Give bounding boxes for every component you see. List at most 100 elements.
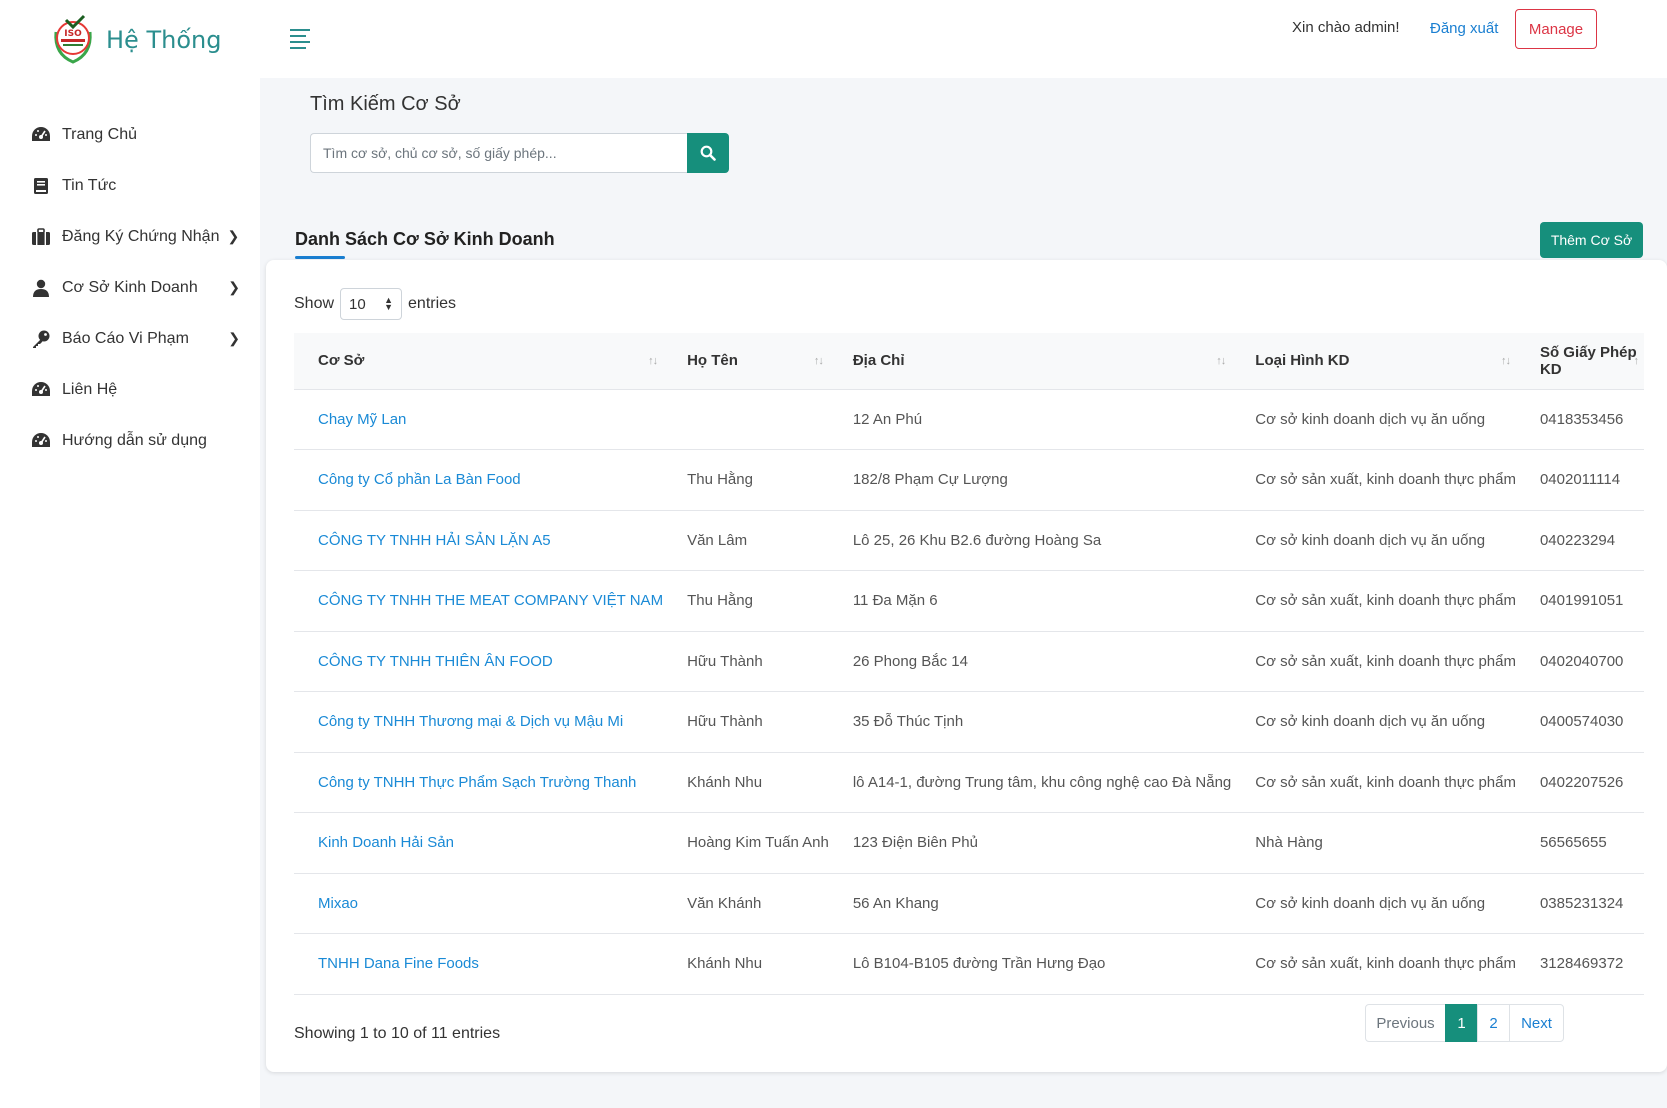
cell-loai-hinh: Cơ sở kinh doanh dịch vụ ăn uống <box>1231 389 1516 450</box>
cell-loai-hinh: Cơ sở sản xuất, kinh doanh thực phẩm <box>1231 631 1516 692</box>
page-1-button[interactable]: 1 <box>1445 1004 1478 1042</box>
cell-so-giay-phep: 0402207526 <box>1515 752 1644 813</box>
cell-loai-hinh: Cơ sở sản xuất, kinh doanh thực phẩm <box>1231 570 1516 632</box>
table-row: CÔNG TY TNHH THE MEAT COMPANY VIỆT NAM Th… <box>294 570 1644 632</box>
cell-dia-chi: 182/8 Phạm Cự Lượng <box>828 449 1232 511</box>
greeting-text: Xin chào admin! <box>1292 19 1400 36</box>
table-card: Show 10 ▲ ▼ entries Cơ Sở ↑↓ Họ Tên ↑↓ Địa … <box>266 260 1667 1072</box>
cell-loai-hinh: Cơ sở sản xuất, kinh doanh thực phẩm <box>1231 449 1516 511</box>
business-link[interactable]: Công ty Cổ phần La Bàn Food <box>318 471 521 488</box>
cell-loai-hinh: Nhà Hàng <box>1231 812 1516 874</box>
sidebar-item-dang-ky-chung-nhan[interactable]: Đăng Ký Chứng Nhận ❯ <box>30 211 240 262</box>
logout-link[interactable]: Đăng xuất <box>1430 20 1498 37</box>
cell-co-so: TNHH Dana Fine Foods <box>294 933 664 995</box>
business-link[interactable]: Mixao <box>318 895 358 912</box>
cell-co-so: Mixao <box>294 873 664 934</box>
cell-so-giay-phep: 3128469372 <box>1515 933 1644 995</box>
table-row: TNHH Dana Fine Foods Khánh Nhu Lô B104-B10… <box>294 933 1644 995</box>
search-button[interactable] <box>687 133 729 173</box>
dashboard-icon <box>30 430 52 452</box>
sort-icon: ↑↓ <box>1500 355 1511 367</box>
sidebar-nav: Trang Chủ Tin Tức Đăng Ký Chứng Nhận ❯ C… <box>30 109 240 466</box>
sidebar-item-label: Trang Chủ <box>62 125 137 143</box>
cell-co-so: Chay Mỹ Lan <box>294 389 664 450</box>
column-header-so-giay-phep-kd[interactable]: Số Giấy Phép KD ↑ <box>1515 333 1644 390</box>
top-header: Xin chào admin! Đăng xuất Manage <box>260 0 1667 78</box>
sort-icon: ↑↓ <box>813 355 824 367</box>
cell-dia-chi: 123 Điện Biên Phủ <box>828 812 1232 874</box>
column-header-co-so[interactable]: Cơ Sở ↑↓ <box>294 333 664 390</box>
cell-so-giay-phep: 0418353456 <box>1515 389 1644 450</box>
cell-loai-hinh: Cơ sở sản xuất, kinh doanh thực phẩm <box>1231 752 1516 813</box>
cell-so-giay-phep: 0402011114 <box>1515 449 1644 511</box>
table-body: Chay Mỹ Lan 12 An Phú Cơ sở kinh doanh dịc… <box>294 389 1644 995</box>
cell-dia-chi: 56 An Khang <box>828 873 1232 934</box>
sort-icon: ↑ <box>1633 355 1639 367</box>
page-size-value: 10 <box>349 295 366 313</box>
page-size-select[interactable]: 10 ▲ ▼ <box>340 288 403 320</box>
sidebar: ISO Hệ Thống Trang Chủ Tin Tức Đăng Ký C… <box>0 0 260 1108</box>
svg-text:ISO: ISO <box>64 29 82 39</box>
business-link[interactable]: Công ty TNHH Thực Phẩm Sạch Trường Thanh <box>318 774 636 791</box>
cell-so-giay-phep: 0385231324 <box>1515 873 1644 934</box>
sidebar-item-label: Liên Hệ <box>62 380 118 398</box>
cell-so-giay-phep: 040223294 <box>1515 510 1644 571</box>
list-title: Danh Sách Cơ Sở Kinh Doanh <box>295 229 555 249</box>
column-header-dia-chi[interactable]: Địa Chỉ ↑↓ <box>828 333 1232 390</box>
cell-ho-ten <box>663 389 829 450</box>
business-link[interactable]: CÔNG TY TNHH THE MEAT COMPANY VIỆT NAM <box>318 592 663 609</box>
business-link[interactable]: TNHH Dana Fine Foods <box>318 955 479 972</box>
cell-dia-chi: 26 Phong Bắc 14 <box>828 631 1232 692</box>
sidebar-item-trang-chu[interactable]: Trang Chủ <box>30 109 240 160</box>
cell-co-so: Kinh Doanh Hải Sản <box>294 812 664 874</box>
table-row: Mixao Văn Khánh 56 An Khang Cơ sở kinh doan… <box>294 873 1644 934</box>
table-info: Showing 1 to 10 of 11 entries <box>294 1025 501 1042</box>
menu-toggle-icon[interactable] <box>290 29 310 49</box>
sidebar-item-label: Báo Cáo Vi Phạm <box>62 329 189 347</box>
cell-co-so: CÔNG TY TNHH THE MEAT COMPANY VIỆT NAM <box>294 570 664 632</box>
business-link[interactable]: Chay Mỹ Lan <box>318 411 406 428</box>
iso-logo: ISO <box>50 14 96 66</box>
brand[interactable]: ISO Hệ Thống <box>50 12 221 68</box>
business-link[interactable]: Công ty TNHH Thương mại & Dịch vụ Mậu Mi <box>318 713 623 730</box>
page-2-button[interactable]: 2 <box>1477 1004 1510 1042</box>
next-page-button[interactable]: Next <box>1509 1004 1564 1042</box>
table-header-row: Cơ Sở ↑↓ Họ Tên ↑↓ Địa Chỉ ↑↓ Loại Hình KD ↑… <box>294 333 1644 390</box>
cell-ho-ten: Khánh Nhu <box>663 752 829 813</box>
sidebar-item-lien-he[interactable]: Liên Hệ <box>30 364 240 415</box>
column-header-loai-hinh-kd[interactable]: Loại Hình KD ↑↓ <box>1231 333 1516 390</box>
sidebar-item-co-so-kinh-doanh[interactable]: Cơ Sở Kinh Doanh ❯ <box>30 262 240 313</box>
main-content: Xin chào admin! Đăng xuất Manage Tìm Kiế… <box>260 0 1667 1108</box>
business-link[interactable]: CÔNG TY TNHH HẢI SẢN LẶN A5 <box>318 532 551 549</box>
search-icon <box>700 145 716 161</box>
add-business-button[interactable]: Thêm Cơ Sở <box>1540 222 1643 258</box>
search-input[interactable] <box>310 133 687 173</box>
cell-co-so: CÔNG TY TNHH HẢI SẢN LẶN A5 <box>294 510 664 571</box>
search-title: Tìm Kiếm Cơ Sở <box>310 93 461 115</box>
dashboard-icon <box>30 379 52 401</box>
show-label: Show <box>294 295 335 312</box>
cell-loai-hinh: Cơ sở kinh doanh dịch vụ ăn uống <box>1231 510 1516 571</box>
sidebar-item-label: Cơ Sở Kinh Doanh <box>62 278 198 296</box>
cell-co-so: Công ty TNHH Thương mại & Dịch vụ Mậu Mi <box>294 691 664 753</box>
cell-co-so: Công ty Cổ phần La Bàn Food <box>294 449 664 511</box>
business-link[interactable]: CÔNG TY TNHH THIÊN ÂN FOOD <box>318 653 553 670</box>
cell-ho-ten: Văn Lâm <box>663 510 829 571</box>
cell-dia-chi: Lô B104-B105 đường Trần Hưng Đạo <box>828 933 1232 995</box>
cell-loai-hinh: Cơ sở sản xuất, kinh doanh thực phẩm <box>1231 933 1516 995</box>
cell-ho-ten: Thu Hằng <box>663 570 829 632</box>
cell-co-so: CÔNG TY TNHH THIÊN ÂN FOOD <box>294 631 664 692</box>
cell-ho-ten: Hữu Thành <box>663 631 829 692</box>
table-row: Chay Mỹ Lan 12 An Phú Cơ sở kinh doanh dịc… <box>294 389 1644 450</box>
sidebar-item-bao-cao-vi-pham[interactable]: Báo Cáo Vi Phạm ❯ <box>30 313 240 364</box>
sidebar-item-tin-tuc[interactable]: Tin Tức <box>30 160 240 211</box>
manage-button[interactable]: Manage <box>1515 9 1597 49</box>
business-link[interactable]: Kinh Doanh Hải Sản <box>318 834 454 851</box>
cell-dia-chi: lô A14-1, đường Trung tâm, khu công nghệ… <box>828 752 1232 813</box>
business-table: Cơ Sở ↑↓ Họ Tên ↑↓ Địa Chỉ ↑↓ Loại Hình KD ↑… <box>294 333 1644 995</box>
sidebar-item-huong-dan-su-dung[interactable]: Hướng dẫn sử dụng <box>30 415 240 466</box>
column-header-ho-ten[interactable]: Họ Tên ↑↓ <box>663 333 829 390</box>
cell-so-giay-phep: 0400574030 <box>1515 691 1644 753</box>
cell-dia-chi: 11 Đa Mặn 6 <box>828 570 1232 632</box>
previous-page-button[interactable]: Previous <box>1365 1004 1446 1042</box>
